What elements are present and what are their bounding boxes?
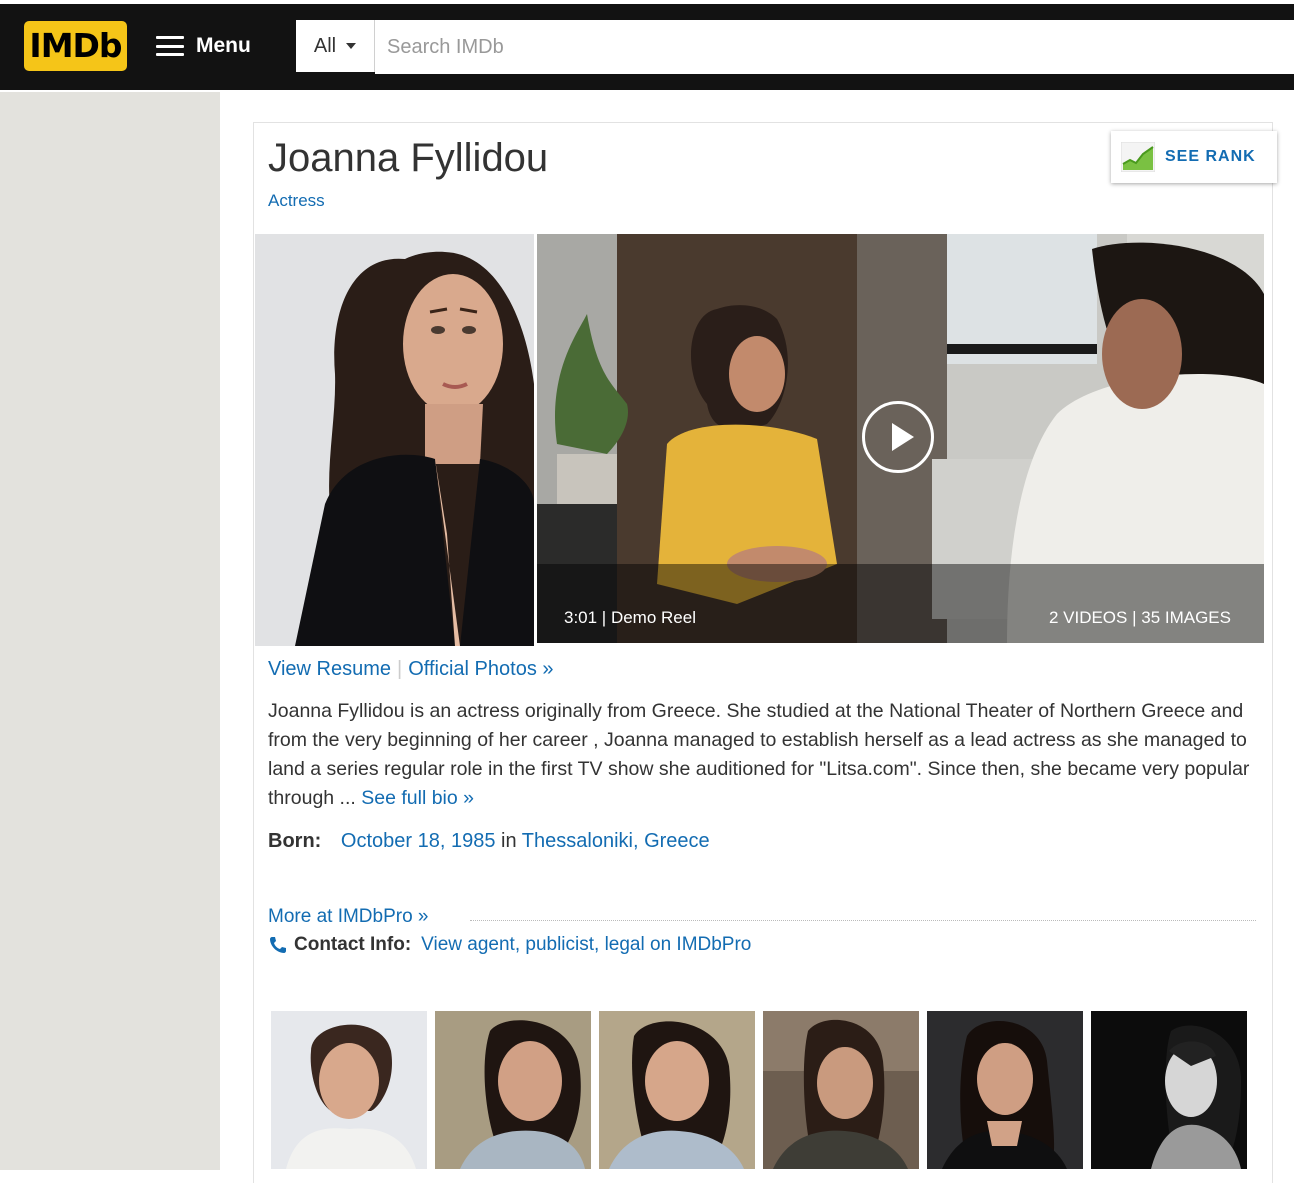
birth-place-link[interactable]: Thessaloniki, Greece	[522, 830, 710, 852]
photo-thumbnail[interactable]	[1091, 1011, 1247, 1169]
photo-thumbnail[interactable]	[599, 1011, 755, 1169]
birth-date-link[interactable]: October 18, 1985	[341, 830, 496, 852]
more-at-imdbpro-link[interactable]: More at IMDbPro »	[268, 906, 429, 928]
photo-thumbnail[interactable]	[763, 1011, 919, 1169]
contact-info: Contact Info: View agent, publicist, leg…	[268, 934, 751, 956]
mini-bio: Joanna Fyllidou is an actress originally…	[268, 697, 1253, 813]
rank-chart-icon	[1121, 142, 1155, 172]
photo-thumbnail[interactable]	[271, 1011, 427, 1169]
top-navigation-bar: IMDb Menu All	[0, 0, 1298, 92]
video-caption[interactable]: 3:01 | Demo Reel	[564, 608, 696, 628]
see-rank-button[interactable]: SEE RANK	[1111, 131, 1277, 183]
search-category-dropdown[interactable]: All	[296, 20, 375, 72]
profession-link[interactable]: Actress	[268, 191, 325, 211]
born-in-word: in	[501, 830, 517, 852]
link-separator: |	[397, 658, 403, 680]
left-sidebar	[0, 92, 220, 1170]
photo-thumbnail[interactable]	[435, 1011, 591, 1169]
contact-info-label: Contact Info:	[294, 934, 412, 955]
phone-icon	[270, 937, 286, 953]
contact-info-link[interactable]: View agent, publicist, legal on IMDbPro	[421, 934, 751, 956]
play-button-icon[interactable]	[862, 401, 934, 473]
menu-label: Menu	[196, 34, 251, 57]
born-info: Born: October 18, 1985 in Thessaloniki, …	[268, 830, 710, 853]
primary-headshot-photo[interactable]	[255, 234, 534, 646]
photo-thumbnail[interactable]	[927, 1011, 1083, 1169]
page-title: Joanna Fyllidou	[268, 136, 549, 180]
see-full-bio-link[interactable]: See full bio »	[361, 787, 474, 809]
dotted-divider	[470, 920, 1256, 921]
photo-strip	[271, 1011, 1251, 1169]
menu-button[interactable]: Menu	[156, 30, 251, 62]
view-resume-link[interactable]: View Resume	[268, 658, 391, 680]
profile-links: View Resume | Official Photos »	[268, 658, 554, 681]
search-bar: All	[296, 20, 1296, 74]
caret-down-icon	[346, 43, 357, 49]
search-category-label: All	[313, 34, 337, 57]
imdb-logo[interactable]: IMDb	[24, 21, 127, 71]
born-label: Born:	[268, 830, 322, 852]
media-count-link[interactable]: 2 VIDEOS | 35 IMAGES	[1000, 608, 1231, 628]
hamburger-icon	[156, 36, 184, 56]
search-input[interactable]	[375, 20, 1296, 74]
official-photos-link[interactable]: Official Photos »	[408, 658, 553, 680]
see-rank-label: SEE RANK	[1165, 148, 1256, 165]
